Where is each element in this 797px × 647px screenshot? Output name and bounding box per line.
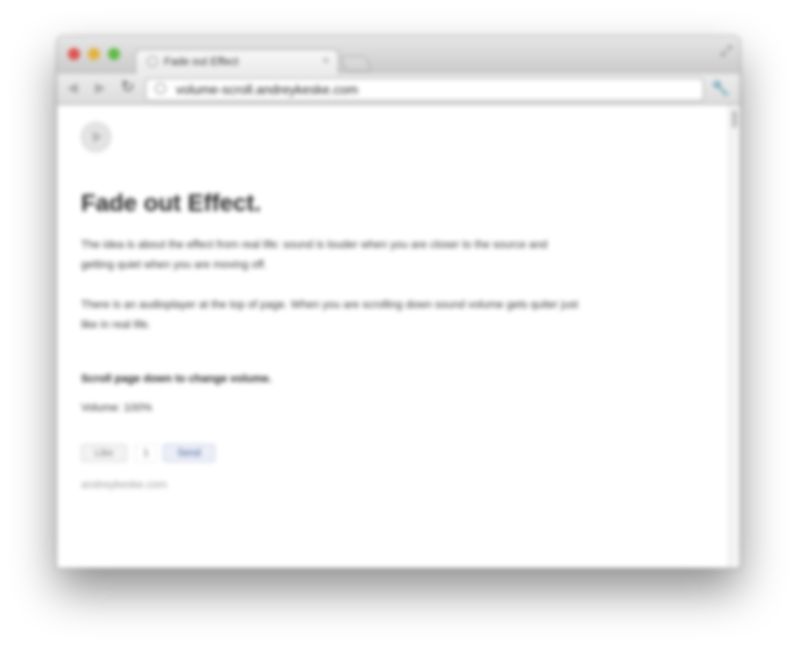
page-title: Fade out Effect.: [81, 190, 262, 217]
address-bar-url: volume-scroll.andreykeske.com: [176, 82, 359, 97]
screenshot-stage: Fade out Effect × ⤢ ◀ ▶ ↻ volume-scroll.…: [0, 0, 797, 647]
reload-icon[interactable]: ↻: [121, 77, 134, 97]
intro-paragraph: The idea is about the effect from real l…: [81, 239, 548, 271]
forward-arrow-icon[interactable]: ▶: [95, 79, 106, 96]
close-window-button[interactable]: [68, 48, 80, 60]
vertical-scrollbar[interactable]: [728, 105, 740, 568]
send-button[interactable]: Send: [163, 444, 215, 462]
address-bar[interactable]: volume-scroll.andreykeske.com: [145, 78, 704, 101]
scrollbar-thumb[interactable]: [732, 110, 737, 128]
like-button-label: Like: [94, 448, 114, 459]
scroll-instruction: Scroll page down to change volume.: [81, 373, 272, 385]
like-button[interactable]: Like: [81, 444, 127, 462]
page-content: Fade out Effect. The idea is about the e…: [57, 105, 729, 568]
minimize-window-button[interactable]: [88, 48, 100, 60]
browser-tab[interactable]: Fade out Effect ×: [135, 49, 339, 75]
description-paragraph: There is an audioplayer at the top of pa…: [81, 299, 579, 331]
fullscreen-icon[interactable]: ⤢: [721, 42, 732, 59]
tab-close-icon[interactable]: ×: [323, 55, 329, 67]
page-favicon-icon: [147, 56, 158, 67]
wrench-icon[interactable]: 🔧: [711, 79, 730, 97]
send-button-label: Send: [177, 448, 201, 459]
volume-readout: Volume: 100%: [81, 402, 152, 414]
page-info-icon: [155, 83, 166, 94]
back-arrow-icon[interactable]: ◀: [67, 79, 78, 96]
author-link[interactable]: andreykeske.com: [81, 479, 167, 491]
browser-window: Fade out Effect × ⤢ ◀ ▶ ↻ volume-scroll.…: [57, 36, 740, 568]
new-tab-button[interactable]: [340, 56, 372, 72]
maximize-window-button[interactable]: [108, 48, 120, 60]
browser-toolbar: ◀ ▶ ↻ volume-scroll.andreykeske.com 🔧: [57, 74, 740, 105]
title-bar: Fade out Effect × ⤢: [57, 36, 740, 75]
tab-title: Fade out Effect: [164, 56, 239, 68]
like-count: 1: [135, 444, 157, 462]
audio-player-icon[interactable]: [81, 122, 111, 152]
